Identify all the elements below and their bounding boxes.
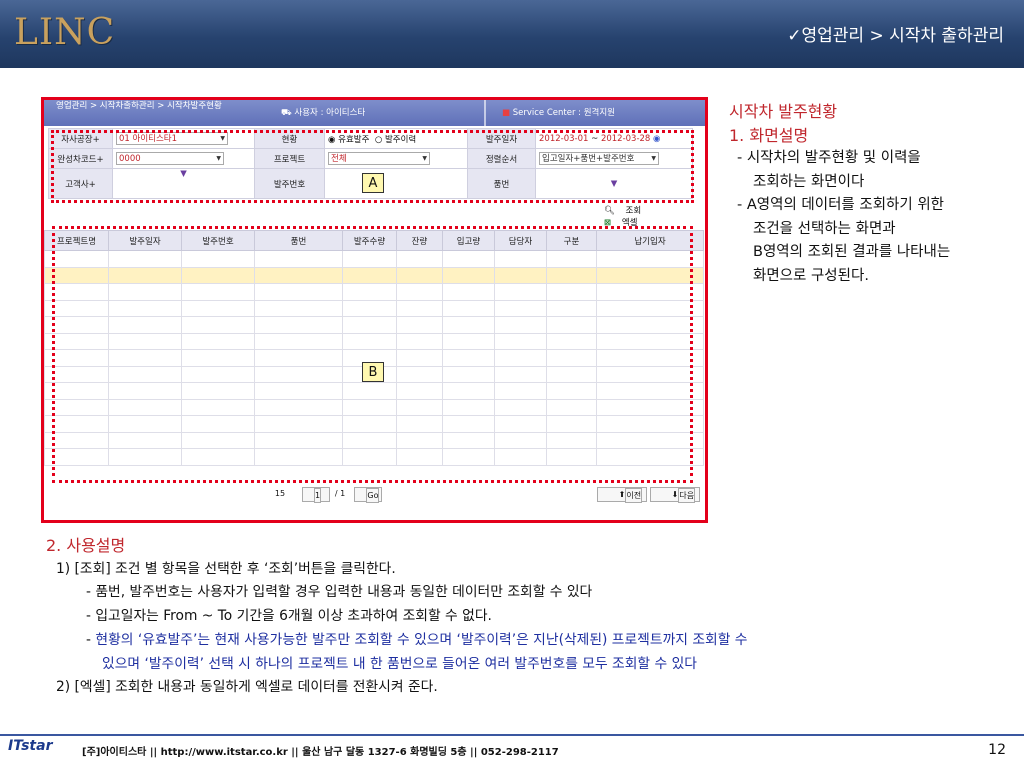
linc-logo: LINC	[14, 12, 116, 53]
page-select[interactable]: 1 ▾	[302, 487, 330, 503]
app-nav-breadcrumb: 영업관리 > 시작차출하관리 > 시작차발주현황	[56, 101, 222, 111]
slide-breadcrumb: ✓영업관리 > 시작차 출하관리	[787, 26, 1004, 46]
search-button[interactable]: 🔍︎ 조회	[604, 204, 649, 216]
slide-header: LINC ✓영업관리 > 시작차 출하관리	[0, 0, 1024, 68]
desc-line-5: B영역의 조회된 결과를 나타내는	[753, 244, 951, 260]
page-number: 12	[988, 742, 1006, 758]
grid-toolbar: 🔍︎ 조회 ⊠ 엑셀	[604, 204, 705, 228]
usage-line-6: 2) [엑셀] 조회한 내용과 동일하게 엑셀로 데이터를 전환시켜 준다.	[56, 679, 438, 696]
prev-button[interactable]: ⬆ 이전	[597, 487, 647, 503]
region-a-label: A	[362, 173, 384, 193]
user-icon: ⛟	[281, 108, 292, 118]
topbar-divider	[484, 100, 486, 126]
footer-rule	[0, 734, 1024, 736]
user-label: ⛟ 사용자 : 아이티스타	[281, 106, 365, 119]
desc-line-1: - 시작차의 발주현황 및 이력을	[737, 150, 921, 166]
section1-heading: 1. 화면설명	[729, 125, 809, 145]
footer-address: [주]아이티스타 || http://www.itstar.co.kr || 울…	[82, 747, 559, 758]
user-text: 사용자 : 아이티스타	[294, 108, 366, 118]
next-button[interactable]: ⬇ 다음	[650, 487, 700, 503]
app-topbar: 영업관리 > 시작차출하관리 > 시작차발주현황 ⛟ 사용자 : 아이티스타 ■…	[44, 100, 705, 126]
pager: 15 1 ▾ / 1 Go › ⬆ 이전 ⬇ 다음	[44, 487, 705, 513]
service-icon: ■	[502, 108, 511, 118]
desc-line-4: 조건을 선택하는 화면과	[753, 220, 896, 237]
go-label: Go	[366, 488, 380, 503]
search-label: 조회	[625, 206, 642, 216]
usage-line-4-text: 현황의 ‘유효발주’는 현재 사용가능한 발주만 조회할 수 있으며 ‘발주이력…	[95, 631, 748, 648]
page-select-value: 1	[313, 488, 322, 503]
page-total: / 1	[334, 489, 346, 498]
service-center[interactable]: ■ Service Center : 원격지원	[502, 106, 615, 118]
search-icon: 🔍︎	[604, 206, 615, 216]
next-label: 다음	[678, 488, 696, 503]
page-size: 15	[274, 489, 286, 498]
region-b-outline	[52, 226, 693, 483]
service-text: Service Center : 원격지원	[512, 108, 616, 118]
region-b-label: B	[362, 362, 384, 382]
usage-line-1: 1) [조회] 조건 별 항목을 선택한 후 ‘조회’버튼을 클릭한다.	[56, 560, 396, 577]
desc-line-2: 조회하는 화면이다	[753, 173, 865, 190]
desc-line-3: - A영역의 데이터를 조회하기 위한	[737, 197, 945, 213]
usage-line-3: - 입고일자는 From ~ To 기간을 6개월 이상 초과하여 조회할 수 …	[86, 608, 492, 625]
description-title: 시작차 발주현황	[729, 102, 838, 121]
usage-line-4: - 현황의 ‘유효발주’는 현재 사용가능한 발주만 조회할 수 있으며 ‘발주…	[46, 629, 1021, 653]
usage-line-2: - 품번, 발주번호는 사용자가 입력할 경우 입력한 내용과 동일한 데이터만…	[86, 584, 593, 601]
usage-line-5: 있으며 ‘발주이력’ 선택 시 하나의 프로젝트 내 한 품번으로 들어온 여러…	[102, 655, 697, 672]
app-screenshot: 영업관리 > 시작차출하관리 > 시작차발주현황 ⛟ 사용자 : 아이티스타 ■…	[41, 97, 708, 523]
go-button[interactable]: Go ›	[354, 487, 382, 503]
slide-footer: ITstar [주]아이티스타 || http://www.itstar.co.…	[0, 730, 1024, 768]
prev-label: 이전	[625, 488, 643, 503]
description-panel: 시작차 발주현황 1. 화면설명 - 시작차의 발주현황 및 이력을 조회하는 …	[729, 100, 1019, 288]
usage-line-4-dash: -	[86, 631, 96, 648]
desc-line-6: 화면으로 구성된다.	[753, 267, 869, 284]
usage-heading: 2. 사용설명	[46, 536, 126, 555]
itstar-logo: ITstar	[8, 738, 53, 754]
usage-section: 2. 사용설명 1) [조회] 조건 별 항목을 선택한 후 ‘조회’버튼을 클…	[46, 534, 1021, 700]
